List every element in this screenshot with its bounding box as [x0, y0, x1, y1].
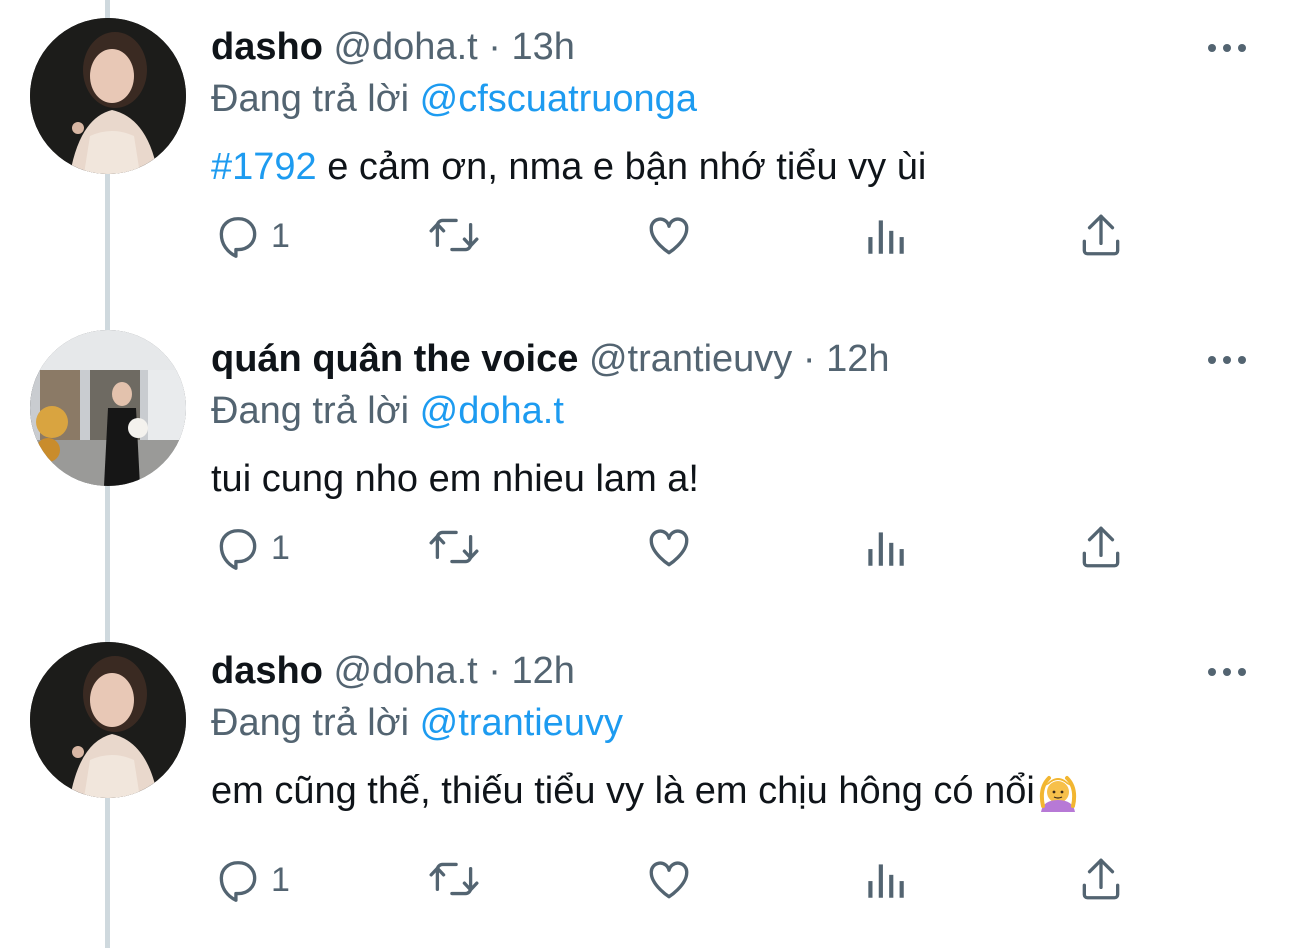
like-button[interactable] — [644, 210, 694, 260]
separator-dot: · — [488, 26, 501, 68]
replying-to: Đang trả lời @doha.t — [211, 388, 1211, 434]
views-icon — [868, 220, 904, 254]
reply-button[interactable]: 1 — [213, 854, 303, 904]
tweet[interactable]: dasho @doha.t · 12h Đang trả lời @tranti… — [0, 624, 1290, 936]
mention-link[interactable]: @trantieuvy — [420, 702, 623, 744]
views-button[interactable] — [862, 210, 908, 260]
display-name[interactable]: dasho — [211, 650, 323, 692]
mention-link[interactable]: @doha.t — [420, 390, 564, 432]
replying-to-label: Đang trả lời — [211, 702, 410, 744]
views-button[interactable] — [862, 522, 908, 572]
separator-dot: · — [488, 650, 501, 692]
share-button[interactable] — [1078, 854, 1124, 904]
avatar[interactable] — [30, 330, 186, 486]
replying-to: Đang trả lời @trantieuvy — [211, 700, 1211, 746]
separator-dot: · — [802, 338, 816, 380]
share-button[interactable] — [1078, 210, 1124, 260]
retweet-icon — [429, 862, 479, 896]
mention-link[interactable]: @cfscuatruonga — [420, 78, 697, 120]
reply-icon — [219, 217, 257, 258]
tweet-body: e cảm ơn, nma e bận nhớ tiểu vy ùi — [316, 146, 927, 188]
like-button[interactable] — [644, 854, 694, 904]
tweet-header: dasho @doha.t · 12h — [211, 648, 1211, 694]
tweet-actions: 1 — [0, 854, 1290, 904]
retweet-button[interactable] — [427, 854, 481, 904]
user-handle[interactable]: @trantieuvy — [589, 338, 792, 380]
user-handle[interactable]: @doha.t — [333, 650, 477, 692]
hashtag-link[interactable]: #1792 — [211, 146, 317, 188]
timestamp[interactable]: 12h — [511, 650, 574, 692]
replying-to-label: Đang trả lời — [211, 390, 410, 432]
more-icon[interactable] — [1208, 356, 1246, 366]
tweet-text: em cũng thế, thiếu tiểu vy là em chịu hô… — [211, 768, 1211, 814]
like-icon — [649, 217, 689, 255]
reply-icon — [219, 861, 257, 902]
more-icon[interactable] — [1208, 44, 1246, 54]
reply-count: 1 — [271, 529, 290, 567]
tweet-text: #1792 e cảm ơn, nma e bận nhớ tiểu vy ùi — [211, 144, 1211, 190]
avatar[interactable] — [30, 18, 186, 174]
replying-to: Đang trả lời @cfscuatruonga — [211, 76, 1211, 122]
share-icon — [1082, 214, 1120, 256]
user-handle[interactable]: @doha.t — [333, 26, 477, 68]
share-icon — [1082, 858, 1120, 900]
share-icon — [1082, 526, 1120, 568]
retweet-button[interactable] — [427, 210, 481, 260]
share-button[interactable] — [1078, 522, 1124, 572]
tweet[interactable]: quán quân the voice @trantieuvy · 12h Đa… — [0, 312, 1290, 624]
replying-to-label: Đang trả lời — [211, 78, 410, 120]
tweet-header: quán quân the voice @trantieuvy · 12h — [211, 336, 1211, 382]
views-icon — [868, 532, 904, 566]
more-icon[interactable] — [1208, 668, 1246, 678]
timestamp[interactable]: 12h — [826, 338, 889, 380]
avatar[interactable] — [30, 642, 186, 798]
tweet-body: tui cung nho em nhieu lam a! — [211, 458, 699, 500]
tweet-header: dasho @doha.t · 13h — [211, 24, 1211, 70]
reply-icon — [219, 529, 257, 570]
retweet-icon — [429, 218, 479, 252]
tweet-actions: 1 — [0, 210, 1290, 260]
views-icon — [868, 864, 904, 898]
tweet-text: tui cung nho em nhieu lam a! — [211, 456, 1211, 502]
display-name[interactable]: quán quân the voice — [211, 338, 578, 380]
display-name[interactable]: dasho — [211, 26, 323, 68]
retweet-button[interactable] — [427, 522, 481, 572]
reply-count: 1 — [271, 217, 290, 255]
views-button[interactable] — [862, 854, 908, 904]
reply-button[interactable]: 1 — [213, 522, 303, 572]
reply-button[interactable]: 1 — [213, 210, 303, 260]
tweet[interactable]: dasho @doha.t · 13h Đang trả lời @cfscua… — [0, 0, 1290, 312]
reply-count: 1 — [271, 861, 290, 899]
like-button[interactable] — [644, 522, 694, 572]
tweet-actions: 1 — [0, 522, 1290, 572]
like-icon — [649, 529, 689, 567]
tweet-body: em cũng thế, thiếu tiểu vy là em chịu hô… — [211, 770, 1035, 812]
like-icon — [649, 861, 689, 899]
person-gesturing-ok-emoji-icon — [1039, 775, 1076, 812]
timestamp[interactable]: 13h — [511, 26, 574, 68]
retweet-icon — [429, 530, 479, 564]
